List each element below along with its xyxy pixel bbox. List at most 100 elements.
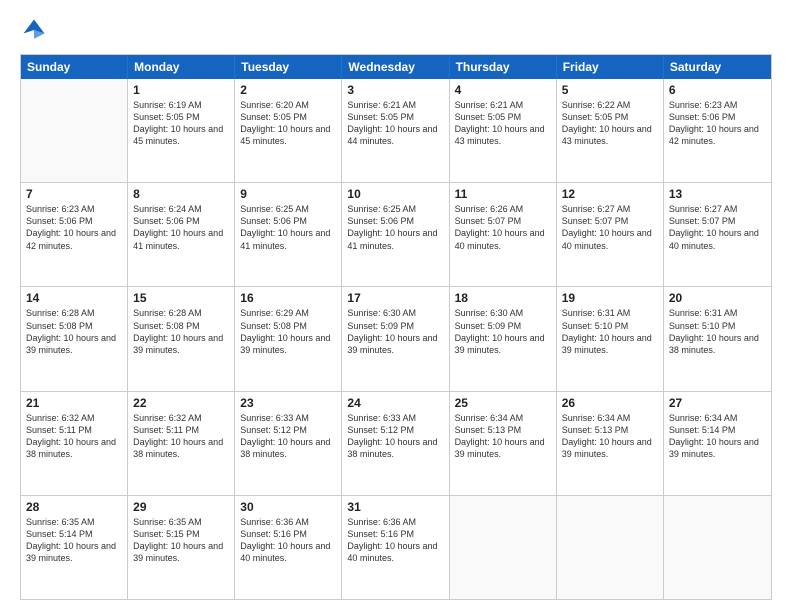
- day-info: Sunrise: 6:33 AMSunset: 5:12 PMDaylight:…: [240, 412, 336, 461]
- header-day-friday: Friday: [557, 55, 664, 79]
- day-info: Sunrise: 6:23 AMSunset: 5:06 PMDaylight:…: [26, 203, 122, 252]
- day-number: 19: [562, 291, 658, 305]
- day-cell-27: 27 Sunrise: 6:34 AMSunset: 5:14 PMDayligh…: [664, 392, 771, 495]
- day-number: 29: [133, 500, 229, 514]
- day-cell-19: 19 Sunrise: 6:31 AMSunset: 5:10 PMDayligh…: [557, 287, 664, 390]
- day-cell-13: 13 Sunrise: 6:27 AMSunset: 5:07 PMDayligh…: [664, 183, 771, 286]
- empty-cell: [21, 79, 128, 182]
- day-number: 14: [26, 291, 122, 305]
- day-info: Sunrise: 6:34 AMSunset: 5:14 PMDaylight:…: [669, 412, 766, 461]
- day-cell-28: 28Sunrise: 6:35 AMSunset: 5:14 PMDayligh…: [21, 496, 128, 599]
- day-cell-15: 15 Sunrise: 6:28 AMSunset: 5:08 PMDayligh…: [128, 287, 235, 390]
- day-number: 4: [455, 83, 551, 97]
- day-info: Sunrise: 6:36 AMSunset: 5:16 PMDaylight:…: [347, 516, 443, 565]
- header-day-monday: Monday: [128, 55, 235, 79]
- page: SundayMondayTuesdayWednesdayThursdayFrid…: [0, 0, 792, 612]
- day-number: 13: [669, 187, 766, 201]
- calendar-body: 1 Sunrise: 6:19 AMSunset: 5:05 PMDaylight…: [21, 79, 771, 599]
- day-info: Sunrise: 6:30 AMSunset: 5:09 PMDaylight:…: [347, 307, 443, 356]
- day-number: 7: [26, 187, 122, 201]
- day-number: 8: [133, 187, 229, 201]
- day-cell-31: 31 Sunrise: 6:36 AMSunset: 5:16 PMDayligh…: [342, 496, 449, 599]
- day-info: Sunrise: 6:21 AMSunset: 5:05 PMDaylight:…: [347, 99, 443, 148]
- day-cell-24: 24 Sunrise: 6:33 AMSunset: 5:12 PMDayligh…: [342, 392, 449, 495]
- day-info: Sunrise: 6:21 AMSunset: 5:05 PMDaylight:…: [455, 99, 551, 148]
- day-cell-22: 22Sunrise: 6:32 AMSunset: 5:11 PMDayligh…: [128, 392, 235, 495]
- day-number: 24: [347, 396, 443, 410]
- day-number: 17: [347, 291, 443, 305]
- day-info: Sunrise: 6:22 AMSunset: 5:05 PMDaylight:…: [562, 99, 658, 148]
- day-number: 3: [347, 83, 443, 97]
- day-number: 6: [669, 83, 766, 97]
- day-number: 1: [133, 83, 229, 97]
- header-day-wednesday: Wednesday: [342, 55, 449, 79]
- day-info: Sunrise: 6:32 AMSunset: 5:11 PMDaylight:…: [133, 412, 229, 461]
- day-info: Sunrise: 6:31 AMSunset: 5:10 PMDaylight:…: [562, 307, 658, 356]
- day-info: Sunrise: 6:30 AMSunset: 5:09 PMDaylight:…: [455, 307, 551, 356]
- day-info: Sunrise: 6:26 AMSunset: 5:07 PMDaylight:…: [455, 203, 551, 252]
- day-cell-9: 9 Sunrise: 6:25 AMSunset: 5:06 PMDaylight…: [235, 183, 342, 286]
- calendar-row-1: 1 Sunrise: 6:19 AMSunset: 5:05 PMDaylight…: [21, 79, 771, 182]
- day-number: 2: [240, 83, 336, 97]
- day-cell-10: 10Sunrise: 6:25 AMSunset: 5:06 PMDayligh…: [342, 183, 449, 286]
- day-info: Sunrise: 6:29 AMSunset: 5:08 PMDaylight:…: [240, 307, 336, 356]
- day-number: 26: [562, 396, 658, 410]
- day-cell-25: 25 Sunrise: 6:34 AMSunset: 5:13 PMDayligh…: [450, 392, 557, 495]
- header-day-tuesday: Tuesday: [235, 55, 342, 79]
- header-day-thursday: Thursday: [450, 55, 557, 79]
- day-cell-20: 20Sunrise: 6:31 AMSunset: 5:10 PMDayligh…: [664, 287, 771, 390]
- day-cell-6: 6 Sunrise: 6:23 AMSunset: 5:06 PMDaylight…: [664, 79, 771, 182]
- day-cell-1: 1 Sunrise: 6:19 AMSunset: 5:05 PMDaylight…: [128, 79, 235, 182]
- day-cell-16: 16 Sunrise: 6:29 AMSunset: 5:08 PMDayligh…: [235, 287, 342, 390]
- day-info: Sunrise: 6:31 AMSunset: 5:10 PMDaylight:…: [669, 307, 766, 356]
- day-info: Sunrise: 6:32 AMSunset: 5:11 PMDaylight:…: [26, 412, 122, 461]
- day-info: Sunrise: 6:19 AMSunset: 5:05 PMDaylight:…: [133, 99, 229, 148]
- day-number: 12: [562, 187, 658, 201]
- day-number: 16: [240, 291, 336, 305]
- day-info: Sunrise: 6:34 AMSunset: 5:13 PMDaylight:…: [562, 412, 658, 461]
- day-info: Sunrise: 6:27 AMSunset: 5:07 PMDaylight:…: [562, 203, 658, 252]
- day-info: Sunrise: 6:23 AMSunset: 5:06 PMDaylight:…: [669, 99, 766, 148]
- day-cell-2: 2 Sunrise: 6:20 AMSunset: 5:05 PMDaylight…: [235, 79, 342, 182]
- empty-cell: [664, 496, 771, 599]
- day-cell-7: 7 Sunrise: 6:23 AMSunset: 5:06 PMDaylight…: [21, 183, 128, 286]
- day-info: Sunrise: 6:24 AMSunset: 5:06 PMDaylight:…: [133, 203, 229, 252]
- day-info: Sunrise: 6:28 AMSunset: 5:08 PMDaylight:…: [26, 307, 122, 356]
- day-number: 11: [455, 187, 551, 201]
- day-cell-14: 14 Sunrise: 6:28 AMSunset: 5:08 PMDayligh…: [21, 287, 128, 390]
- day-cell-17: 17 Sunrise: 6:30 AMSunset: 5:09 PMDayligh…: [342, 287, 449, 390]
- header-day-sunday: Sunday: [21, 55, 128, 79]
- day-cell-11: 11 Sunrise: 6:26 AMSunset: 5:07 PMDayligh…: [450, 183, 557, 286]
- day-info: Sunrise: 6:28 AMSunset: 5:08 PMDaylight:…: [133, 307, 229, 356]
- header: [20, 16, 772, 44]
- calendar-row-5: 28Sunrise: 6:35 AMSunset: 5:14 PMDayligh…: [21, 495, 771, 599]
- day-info: Sunrise: 6:33 AMSunset: 5:12 PMDaylight:…: [347, 412, 443, 461]
- day-number: 31: [347, 500, 443, 514]
- day-number: 27: [669, 396, 766, 410]
- header-day-saturday: Saturday: [664, 55, 771, 79]
- day-cell-12: 12 Sunrise: 6:27 AMSunset: 5:07 PMDayligh…: [557, 183, 664, 286]
- day-cell-4: 4 Sunrise: 6:21 AMSunset: 5:05 PMDaylight…: [450, 79, 557, 182]
- logo-icon: [20, 16, 48, 44]
- calendar-row-2: 7 Sunrise: 6:23 AMSunset: 5:06 PMDaylight…: [21, 182, 771, 286]
- day-number: 25: [455, 396, 551, 410]
- day-cell-5: 5 Sunrise: 6:22 AMSunset: 5:05 PMDaylight…: [557, 79, 664, 182]
- day-number: 30: [240, 500, 336, 514]
- empty-cell: [450, 496, 557, 599]
- day-number: 21: [26, 396, 122, 410]
- day-info: Sunrise: 6:34 AMSunset: 5:13 PMDaylight:…: [455, 412, 551, 461]
- day-cell-18: 18Sunrise: 6:30 AMSunset: 5:09 PMDayligh…: [450, 287, 557, 390]
- day-info: Sunrise: 6:25 AMSunset: 5:06 PMDaylight:…: [240, 203, 336, 252]
- day-info: Sunrise: 6:20 AMSunset: 5:05 PMDaylight:…: [240, 99, 336, 148]
- day-number: 9: [240, 187, 336, 201]
- day-number: 15: [133, 291, 229, 305]
- day-info: Sunrise: 6:27 AMSunset: 5:07 PMDaylight:…: [669, 203, 766, 252]
- day-info: Sunrise: 6:35 AMSunset: 5:15 PMDaylight:…: [133, 516, 229, 565]
- day-number: 23: [240, 396, 336, 410]
- calendar-header: SundayMondayTuesdayWednesdayThursdayFrid…: [21, 55, 771, 79]
- day-cell-26: 26 Sunrise: 6:34 AMSunset: 5:13 PMDayligh…: [557, 392, 664, 495]
- day-number: 5: [562, 83, 658, 97]
- logo: [20, 16, 52, 44]
- day-cell-8: 8 Sunrise: 6:24 AMSunset: 5:06 PMDaylight…: [128, 183, 235, 286]
- day-number: 28: [26, 500, 122, 514]
